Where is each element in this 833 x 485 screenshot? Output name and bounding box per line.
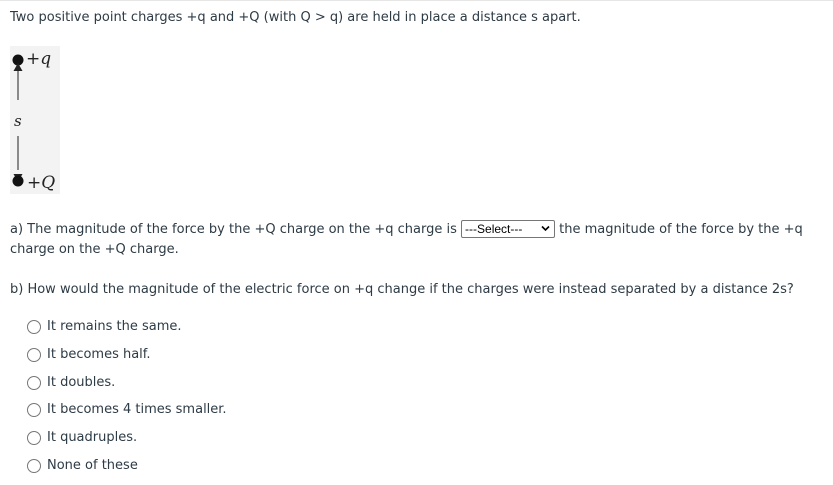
radio-button[interactable] xyxy=(27,431,41,446)
charge-diagram: +q s +Q xyxy=(10,46,60,194)
option-none-of-these[interactable]: None of these xyxy=(27,457,227,485)
radio-button[interactable] xyxy=(27,320,41,334)
chevron-down-icon xyxy=(541,225,550,231)
option-label: It remains the same. xyxy=(47,319,182,334)
part-a: a) The magnitude of the force by the +Q … xyxy=(10,219,825,260)
option-remains-same[interactable]: It remains the same. xyxy=(27,318,227,346)
option-label: It becomes half. xyxy=(47,346,151,362)
option-4-times-smaller[interactable]: It becomes 4 times smaller. xyxy=(27,401,227,429)
option-quadruples[interactable]: It quadruples. xyxy=(27,429,227,457)
radio-button[interactable] xyxy=(27,403,41,418)
radio-button[interactable] xyxy=(27,375,41,390)
part-b-options: It remains the same. It becomes half. It… xyxy=(27,318,227,485)
distance-label: s xyxy=(14,112,22,130)
option-label: None of these xyxy=(47,457,138,473)
charge-q-label: +q xyxy=(26,49,51,69)
question-intro: Two positive point charges +q and +Q (wi… xyxy=(10,10,581,25)
top-divider xyxy=(0,0,833,1)
comparison-select[interactable]: ---Select--- xyxy=(461,219,556,238)
option-label: It quadruples. xyxy=(47,430,138,446)
radio-button[interactable] xyxy=(27,347,41,362)
option-label: It doubles. xyxy=(47,374,116,390)
part-a-text-before: a) The magnitude of the force by the +Q … xyxy=(10,222,457,237)
charge-Q-label: +Q xyxy=(27,173,55,193)
option-doubles[interactable]: It doubles. xyxy=(27,374,227,402)
part-b-prompt: b) How would the magnitude of the electr… xyxy=(10,282,794,297)
charge-Q-dot xyxy=(12,175,24,187)
radio-button[interactable] xyxy=(27,458,41,473)
option-label: It becomes 4 times smaller. xyxy=(47,402,227,418)
comparison-select-value: ---Select--- xyxy=(465,221,523,236)
option-becomes-half[interactable]: It becomes half. xyxy=(27,346,227,374)
